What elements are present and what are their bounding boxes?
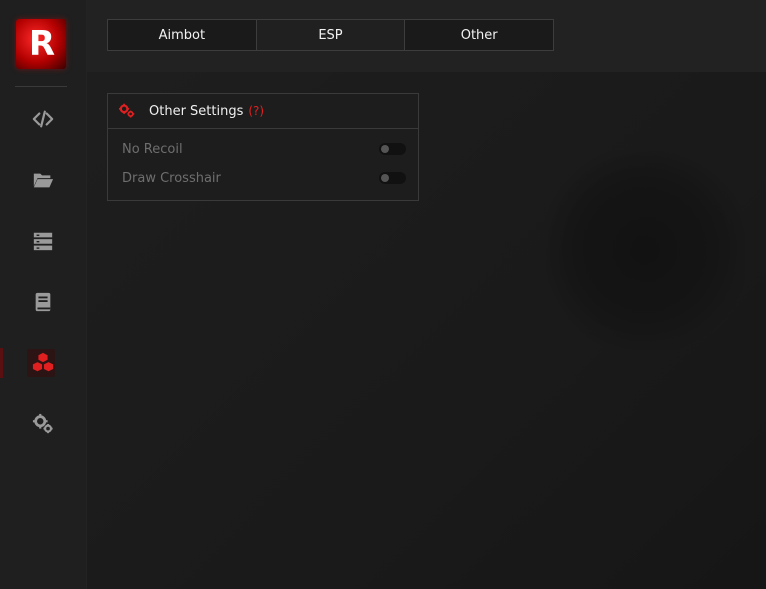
sidebar-item-settings[interactable]	[0, 404, 86, 444]
setting-row-draw-crosshair: Draw Crosshair	[122, 168, 406, 188]
tab-aimbot[interactable]: Aimbot	[108, 20, 257, 50]
toggle-knob	[381, 145, 389, 153]
tab-esp[interactable]: ESP	[256, 20, 406, 50]
no-recoil-toggle[interactable]	[379, 143, 406, 155]
tab-other[interactable]: Other	[405, 20, 554, 50]
logo-letter: R	[28, 24, 55, 64]
tab-bar: Aimbot ESP Other	[107, 19, 554, 51]
setting-label: No Recoil	[122, 141, 183, 157]
draw-crosshair-toggle[interactable]	[379, 172, 406, 184]
panel-header: Other Settings (?)	[108, 94, 418, 129]
sidebar-item-code[interactable]	[0, 99, 86, 139]
list-icon	[33, 232, 53, 251]
setting-row-no-recoil: No Recoil	[122, 139, 406, 159]
sidebar-item-docs[interactable]	[0, 282, 86, 322]
gears-icon	[119, 103, 135, 118]
code-icon	[32, 110, 54, 128]
folder-open-icon	[33, 173, 54, 188]
gears-icon	[32, 413, 53, 434]
help-tooltip-trigger[interactable]: (?)	[248, 104, 264, 118]
setting-label: Draw Crosshair	[122, 170, 221, 186]
other-settings-panel: Other Settings (?) No Recoil Draw Crossh…	[107, 93, 419, 201]
cubes-icon	[32, 352, 54, 372]
sidebar-item-misc[interactable]	[0, 343, 86, 383]
app-logo: R	[16, 19, 66, 69]
sidebar-divider	[15, 86, 67, 87]
sidebar-item-files[interactable]	[0, 160, 86, 200]
sidebar-item-list[interactable]	[0, 221, 86, 261]
toggle-knob	[381, 174, 389, 182]
panel-title: Other Settings	[149, 103, 244, 119]
background-blur	[545, 150, 745, 350]
sidebar: R	[0, 0, 87, 589]
book-icon	[35, 292, 51, 312]
